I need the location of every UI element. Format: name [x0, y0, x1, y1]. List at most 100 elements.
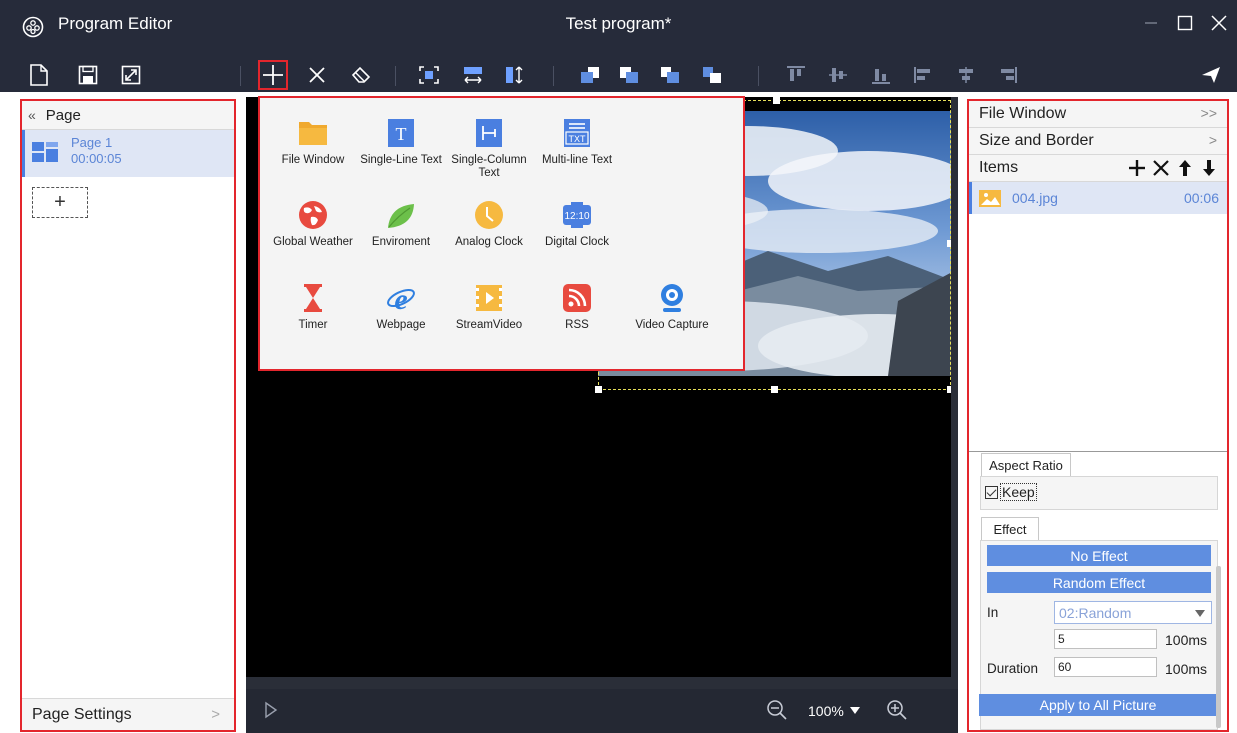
send-button[interactable] [1196, 60, 1226, 90]
keep-checkbox[interactable]: Keep [985, 483, 1037, 501]
fit-button[interactable] [414, 60, 444, 90]
resize-handle[interactable] [595, 386, 602, 393]
collapse-icon[interactable]: « [28, 107, 36, 123]
fit-height-icon [506, 66, 523, 84]
page-thumbnail-icon [32, 142, 58, 162]
fit-width-button[interactable] [458, 60, 488, 90]
menu-item-label: Global Weather [273, 236, 353, 248]
no-effect-button[interactable]: No Effect [987, 545, 1211, 566]
menu-item-webpage[interactable]: e Webpage [355, 283, 447, 349]
menu-item-rss[interactable]: RSS [531, 283, 623, 349]
close-icon [1211, 15, 1227, 31]
play-icon[interactable] [264, 701, 278, 719]
chevron-down-icon [1195, 610, 1205, 617]
menu-item-label: StreamVideo [455, 319, 523, 331]
new-file-button[interactable] [24, 60, 54, 90]
vertical-scrollbar[interactable] [951, 97, 958, 689]
add-icon [263, 65, 283, 85]
move-down-button[interactable] [1199, 157, 1219, 179]
random-effect-button[interactable]: Random Effect [987, 572, 1211, 593]
panel-scrollbar[interactable] [1216, 566, 1221, 728]
duration-input[interactable]: 60 [1054, 657, 1157, 677]
clear-button[interactable] [346, 60, 376, 90]
insert-item-menu: File Window T Single-Line Text Single-Co… [258, 96, 745, 371]
send-back-button[interactable] [614, 60, 644, 90]
add-item-button[interactable] [1127, 157, 1147, 179]
menu-item-video-capture[interactable]: Video Capture [626, 283, 718, 349]
menu-item-streamvideo[interactable]: StreamVideo [443, 283, 535, 349]
in-effect-select[interactable]: 02:Random [1054, 601, 1212, 624]
menu-item-label: Video Capture [635, 319, 709, 331]
send-icon [1202, 67, 1220, 83]
expand-panel-icon[interactable]: >> [1201, 105, 1217, 121]
new-file-icon [30, 64, 48, 86]
align-hcenter-button[interactable] [951, 60, 981, 90]
zoom-select[interactable]: 100% [802, 699, 866, 723]
page-list-item[interactable]: Page 1 00:00:05 [22, 130, 234, 177]
save-icon [78, 65, 98, 85]
arrow-up-icon [1179, 160, 1191, 176]
page-settings-button[interactable]: Page Settings > [22, 698, 234, 730]
align-bottom-button[interactable] [866, 60, 896, 90]
menu-item-label: Multi-line Text [541, 154, 613, 166]
zoom-in-icon[interactable] [886, 699, 908, 721]
arrow-down-icon [1203, 160, 1215, 176]
file-list-item[interactable]: 004.jpg 00:06 [969, 182, 1227, 214]
environment-leaf-icon [388, 204, 414, 228]
align-right-button[interactable] [993, 60, 1023, 90]
remove-item-button[interactable] [1151, 157, 1171, 179]
maximize-button[interactable] [1170, 8, 1200, 38]
menu-item-multi-line-text[interactable]: TXT Multi-line Text [531, 118, 623, 184]
menu-item-digital-clock[interactable]: 12:10 Digital Clock [531, 200, 623, 266]
minimize-button[interactable] [1136, 8, 1166, 38]
tab-aspect-ratio[interactable]: Aspect Ratio [981, 453, 1071, 477]
toolbar [0, 60, 1237, 92]
move-up-button[interactable] [1175, 157, 1195, 179]
move-down-button[interactable] [697, 60, 727, 90]
expand-icon [121, 65, 141, 85]
bring-front-button[interactable] [575, 60, 605, 90]
delete-icon [309, 67, 325, 83]
zoom-out-icon[interactable] [766, 699, 788, 721]
horizontal-scrollbar[interactable] [246, 677, 951, 689]
digital-clock-icon: 12:10 [563, 202, 591, 228]
resize-handle[interactable] [771, 386, 778, 393]
menu-item-file-window[interactable]: File Window [267, 118, 359, 184]
page-settings-label: Page Settings [32, 705, 132, 723]
align-vcenter-button[interactable] [823, 60, 853, 90]
menu-item-single-line-text[interactable]: T Single-Line Text [355, 118, 447, 184]
single-column-text-icon [476, 119, 502, 147]
add-item-button[interactable] [258, 60, 288, 90]
plus-icon [1129, 160, 1145, 176]
tab-effect[interactable]: Effect [981, 517, 1039, 541]
fit-height-button[interactable] [500, 60, 530, 90]
toolbar-separator [758, 66, 759, 86]
resize-handle[interactable] [773, 97, 780, 104]
canvas-bottom-bar: 100% [246, 689, 958, 733]
apply-to-all-button[interactable]: Apply to All Picture [979, 694, 1217, 716]
move-up-button[interactable] [655, 60, 685, 90]
speed-input[interactable]: 5 [1054, 629, 1157, 649]
duration-unit: 100ms [1165, 661, 1208, 677]
menu-item-analog-clock[interactable]: Analog Clock [443, 200, 535, 266]
size-and-border-row[interactable]: Size and Border > [969, 128, 1227, 155]
duration-label: Duration [987, 661, 1039, 676]
hourglass-icon [304, 284, 322, 312]
align-top-button[interactable] [781, 60, 811, 90]
expand-button[interactable] [116, 60, 146, 90]
menu-item-enviroment[interactable]: Enviroment [355, 200, 447, 266]
menu-item-global-weather[interactable]: Global Weather [267, 200, 359, 266]
close-button[interactable] [1204, 8, 1234, 38]
menu-item-single-column-text[interactable]: Single-Column Text [443, 118, 535, 184]
single-line-text-icon: T [388, 119, 414, 147]
delete-button[interactable] [302, 60, 332, 90]
add-page-button[interactable]: + [32, 187, 88, 218]
file-window-header[interactable]: File Window >> [969, 101, 1227, 128]
chevron-down-icon [850, 707, 860, 714]
save-button[interactable] [73, 60, 103, 90]
menu-item-timer[interactable]: Timer [267, 283, 359, 349]
align-left-button[interactable] [908, 60, 938, 90]
analog-clock-icon [475, 201, 503, 229]
minimize-icon [1145, 22, 1157, 24]
in-label: In [987, 605, 999, 620]
